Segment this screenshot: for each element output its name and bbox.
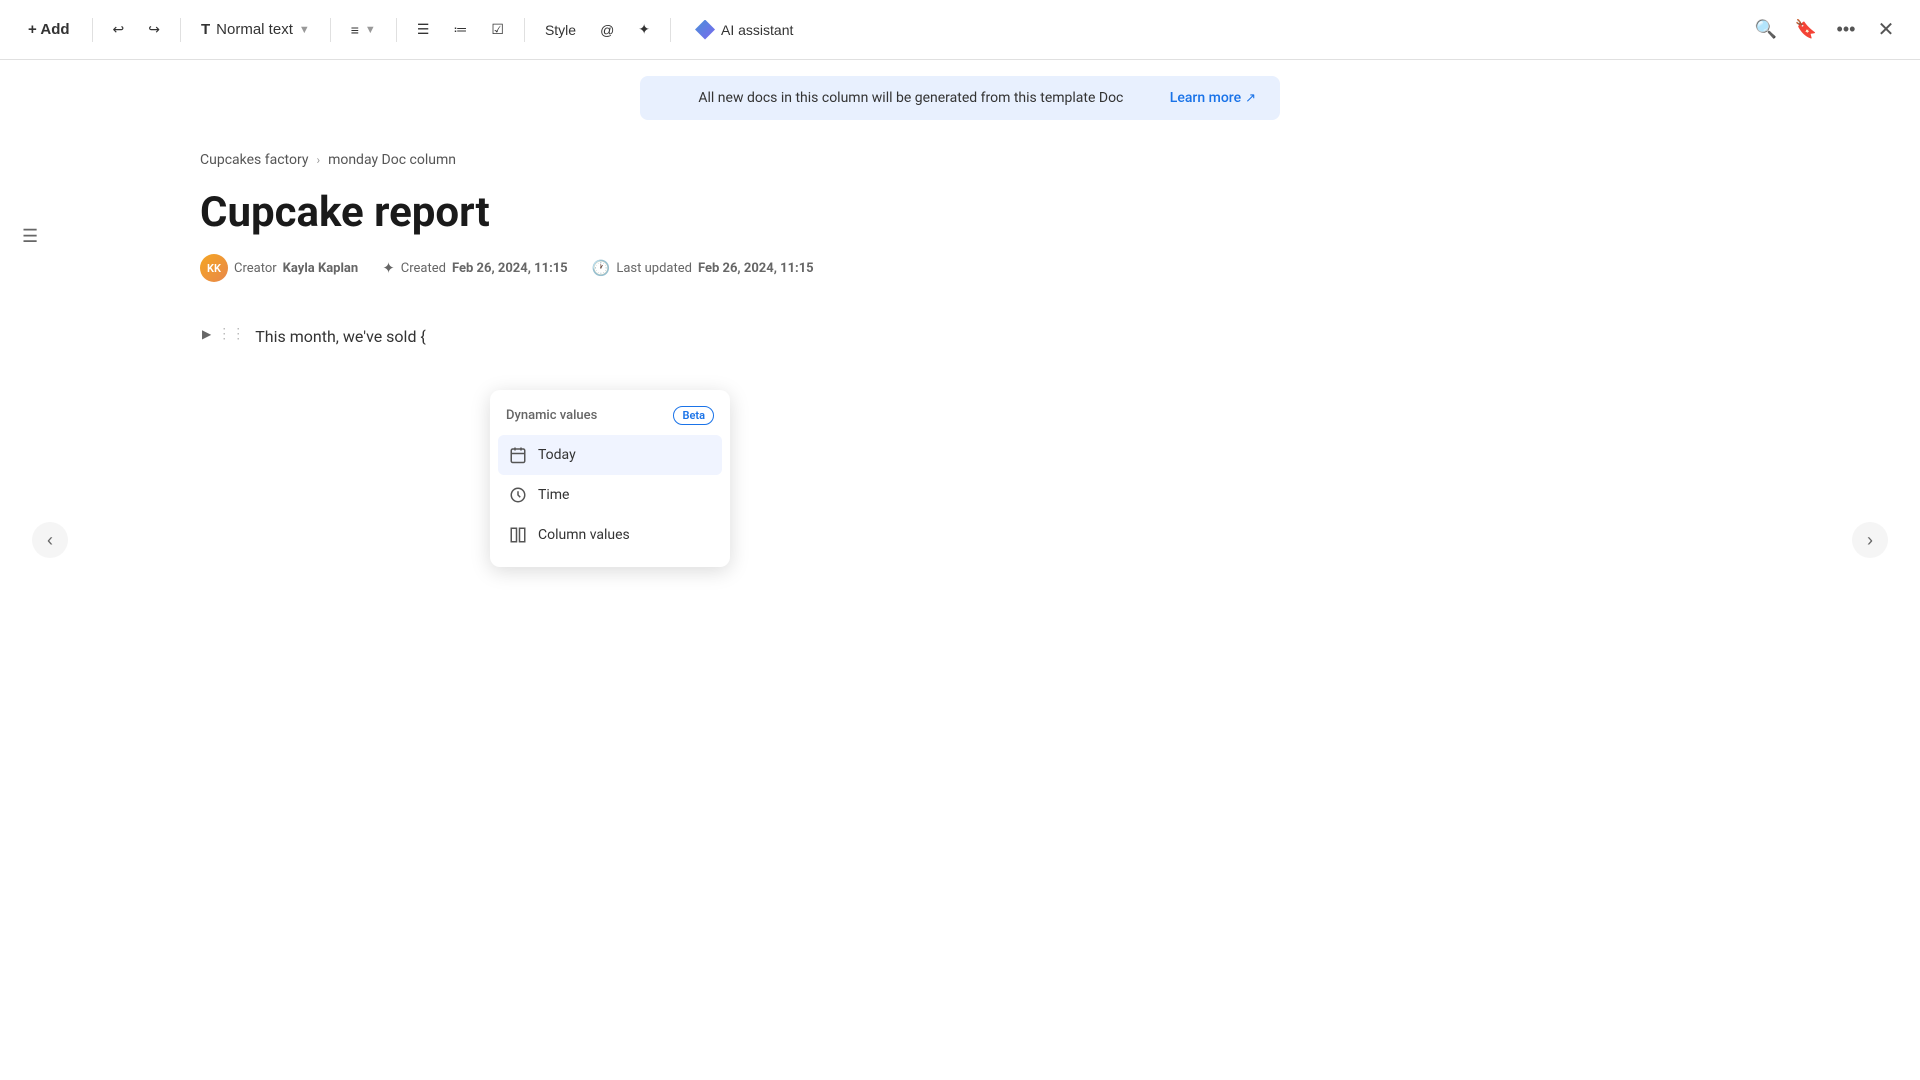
today-icon [508, 445, 528, 465]
dropdown-header: Dynamic values Beta [498, 402, 722, 435]
ai-diamond-icon [695, 20, 715, 40]
toolbar: + Add ↩ ↪ T Normal text ▼ ≡ ▼ ☰ ≔ ☑ Styl… [0, 0, 1920, 60]
updated-date: Feb 26, 2024, 11:15 [698, 261, 814, 276]
updated-meta: 🕐 Last updated Feb 26, 2024, 11:15 [592, 259, 814, 277]
breadcrumb-separator: › [316, 153, 320, 167]
search-icon: 🔍 [1755, 19, 1777, 40]
breadcrumb-current[interactable]: monday Doc column [328, 152, 456, 168]
sparkle-button[interactable]: ✦ [628, 15, 660, 44]
numbered-list-button[interactable]: ≔ [443, 15, 477, 44]
more-icon: ••• [1837, 19, 1856, 40]
beta-badge: Beta [673, 406, 714, 425]
style-label: Style [545, 22, 576, 38]
template-banner: All new docs in this column will be gene… [640, 76, 1280, 120]
ai-assistant-button[interactable]: AI assistant [681, 14, 807, 46]
toolbar-right: 🔍 🔖 ••• ✕ [1748, 12, 1904, 48]
column-values-icon [508, 525, 528, 545]
dynamic-values-column[interactable]: Column values [498, 515, 722, 555]
block-toggle-button[interactable]: ▶ [200, 325, 213, 343]
alignment-icon: ≡ [351, 22, 359, 38]
external-link-icon: ↗ [1245, 91, 1256, 106]
bullet-list-button[interactable]: ☰ [407, 15, 440, 44]
text-style-label: Normal text [216, 21, 293, 38]
divider-3 [330, 18, 331, 42]
creator-name: Kayla Kaplan [283, 261, 359, 276]
dynamic-values-dropdown: Dynamic values Beta Today Time [490, 390, 730, 567]
dropdown-title: Dynamic values [506, 408, 597, 423]
left-arrow-icon: ‹ [47, 530, 53, 551]
text-style-button[interactable]: T Normal text ▼ [191, 15, 320, 44]
column-values-label: Column values [538, 527, 630, 543]
alignment-chevron: ▼ [365, 24, 376, 36]
list-icon: ☰ [22, 226, 38, 246]
time-icon [508, 485, 528, 505]
created-date: Feb 26, 2024, 11:15 [452, 261, 568, 276]
checklist-button[interactable]: ☑ [481, 15, 514, 44]
drag-handle-icon[interactable]: ⋮⋮ [215, 324, 247, 344]
more-options-button[interactable]: ••• [1828, 12, 1864, 48]
updated-label: Last updated [616, 261, 692, 276]
alignment-button[interactable]: ≡ ▼ [341, 16, 386, 44]
checklist-icon: ☑ [491, 21, 504, 38]
sparkle-icon: ✦ [638, 21, 650, 38]
block-text: This month, we've sold { [255, 322, 426, 350]
content-block: ▶ ⋮⋮ This month, we've sold { [200, 322, 1720, 350]
bullet-list-icon: ☰ [417, 21, 430, 38]
close-icon: ✕ [1878, 17, 1895, 42]
today-label: Today [538, 447, 576, 463]
creator-label: Creator [234, 261, 277, 276]
breadcrumb-parent[interactable]: Cupcakes factory [200, 152, 308, 168]
search-button[interactable]: 🔍 [1748, 12, 1784, 48]
add-button[interactable]: + Add [16, 15, 82, 44]
divider-2 [180, 18, 181, 42]
bookmark-button[interactable]: 🔖 [1788, 12, 1824, 48]
document-meta: KK Creator Kayla Kaplan ✦ Created Feb 26… [200, 254, 1720, 282]
right-arrow-icon: › [1867, 530, 1873, 551]
mention-button[interactable]: @ [590, 16, 624, 44]
dynamic-values-time[interactable]: Time [498, 475, 722, 515]
next-nav-button[interactable]: › [1852, 522, 1888, 558]
content-area: ☰ ‹ › Cupcakes factory › monday Doc colu… [0, 136, 1920, 358]
text-style-chevron: ▼ [299, 24, 310, 36]
breadcrumb: Cupcakes factory › monday Doc column [200, 136, 1720, 168]
created-label: Created [401, 261, 446, 276]
redo-button[interactable]: ↪ [138, 15, 170, 44]
creator-meta: KK Creator Kayla Kaplan [200, 254, 358, 282]
divider-5 [524, 18, 525, 42]
document-title: Cupcake report [200, 188, 1720, 238]
close-button[interactable]: ✕ [1868, 12, 1904, 48]
redo-icon: ↪ [148, 21, 160, 38]
avatar: KK [200, 254, 228, 282]
divider-4 [396, 18, 397, 42]
time-label: Time [538, 487, 569, 503]
document-content: Cupcakes factory › monday Doc column Cup… [0, 136, 1920, 358]
divider-1 [92, 18, 93, 42]
mention-icon: @ [600, 22, 614, 38]
sidebar-toggle-button[interactable]: ☰ [16, 220, 44, 253]
undo-button[interactable]: ↩ [103, 15, 135, 44]
divider-6 [670, 18, 671, 42]
learn-more-link[interactable]: Learn more ↗ [1170, 90, 1256, 106]
ai-assistant-label: AI assistant [721, 22, 793, 38]
prev-nav-button[interactable]: ‹ [32, 522, 68, 558]
text-format-icon: T [201, 21, 210, 38]
created-meta: ✦ Created Feb 26, 2024, 11:15 [382, 259, 567, 277]
created-icon: ✦ [382, 259, 395, 277]
banner-message: All new docs in this column will be gene… [664, 90, 1158, 106]
undo-icon: ↩ [113, 21, 125, 38]
style-button[interactable]: Style [535, 16, 586, 44]
dynamic-values-today[interactable]: Today [498, 435, 722, 475]
numbered-list-icon: ≔ [453, 21, 467, 38]
updated-icon: 🕐 [592, 259, 611, 277]
bookmark-icon: 🔖 [1795, 19, 1817, 40]
block-controls: ▶ ⋮⋮ [200, 322, 247, 344]
